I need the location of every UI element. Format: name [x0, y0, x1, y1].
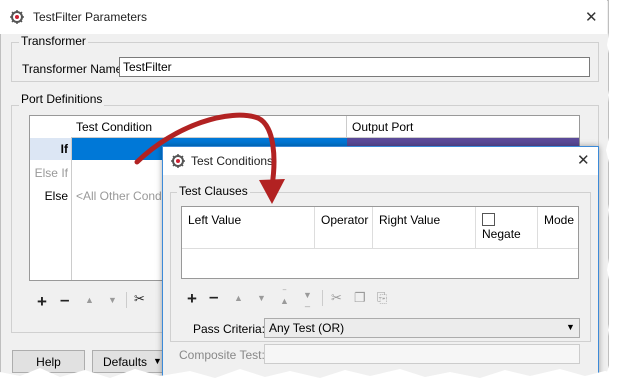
torn-edge-decoration — [0, 0, 621, 385]
